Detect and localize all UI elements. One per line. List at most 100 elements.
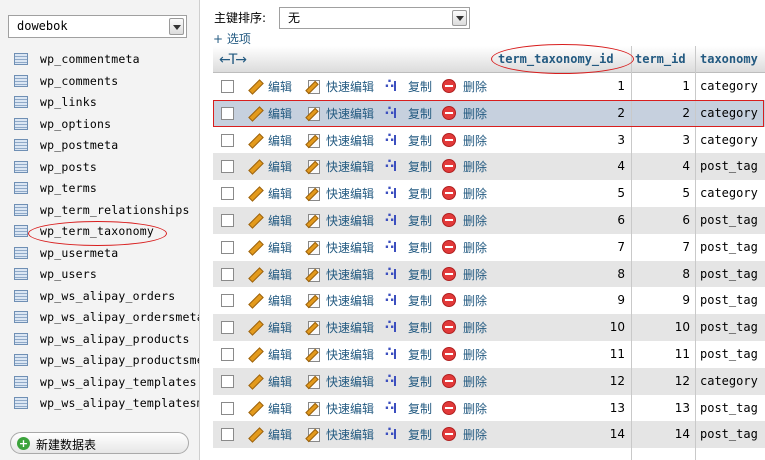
row-checkbox[interactable] (221, 267, 234, 281)
delete-link[interactable]: 删除 (442, 426, 487, 443)
delete-link[interactable]: 删除 (442, 132, 487, 149)
row-checkbox[interactable] (221, 80, 234, 93)
table-row[interactable]: 编辑 快速编辑 复制 删除 10 10 post_tag (213, 314, 765, 342)
sidebar-table-item[interactable]: wp_comments (14, 72, 199, 92)
inline-edit-link[interactable]: 快速编辑 (303, 185, 374, 202)
sidebar-table-item[interactable]: wp_ws_alipay_templatesmeta (14, 394, 199, 414)
table-row[interactable]: 编辑 快速编辑 复制 删除 14 14 post_tag (213, 421, 765, 449)
sidebar-table-item[interactable]: wp_ws_alipay_productsmeta (14, 351, 199, 371)
copy-link[interactable]: 复制 (385, 131, 432, 149)
edit-link[interactable]: 编辑 (245, 426, 292, 443)
copy-link[interactable]: 复制 (385, 157, 432, 175)
inline-edit-link[interactable]: 快速编辑 (303, 132, 374, 149)
inline-edit-link[interactable]: 快速编辑 (303, 158, 374, 175)
edit-link[interactable]: 编辑 (245, 132, 292, 149)
copy-link[interactable]: 复制 (385, 238, 432, 256)
table-row[interactable]: 编辑 快速编辑 复制 删除 6 6 post_tag (213, 207, 765, 234)
sidebar-table-item[interactable]: wp_users (14, 265, 199, 285)
edit-link[interactable]: 编辑 (245, 346, 292, 363)
row-checkbox[interactable] (221, 187, 234, 201)
row-checkbox[interactable] (221, 133, 234, 147)
edit-link[interactable]: 编辑 (245, 319, 292, 336)
delete-link[interactable]: 删除 (442, 346, 487, 363)
table-row[interactable]: 编辑 快速编辑 复制 删除 3 3 category (213, 126, 765, 154)
inline-edit-link[interactable]: 快速编辑 (303, 346, 374, 363)
delete-link[interactable]: 删除 (442, 212, 487, 229)
table-row[interactable]: 编辑 快速编辑 复制 删除 9 9 post_tag (213, 287, 765, 315)
edit-link[interactable]: 编辑 (245, 373, 292, 390)
copy-link[interactable]: 复制 (385, 372, 432, 390)
inline-edit-link[interactable]: 快速编辑 (303, 78, 374, 95)
inline-edit-link[interactable]: 快速编辑 (303, 292, 374, 309)
edit-link[interactable]: 编辑 (245, 266, 292, 283)
sidebar-table-item[interactable]: wp_commentmeta (14, 50, 199, 70)
sidebar-table-item[interactable]: wp_ws_alipay_templates (14, 373, 199, 393)
row-checkbox[interactable] (221, 428, 234, 442)
delete-link[interactable]: 删除 (442, 292, 487, 309)
delete-link[interactable]: 删除 (442, 158, 487, 175)
delete-link[interactable]: 删除 (442, 78, 487, 95)
inline-edit-link[interactable]: 快速编辑 (303, 373, 374, 390)
edit-link[interactable]: 编辑 (245, 292, 292, 309)
row-checkbox[interactable] (221, 401, 234, 415)
column-resize-icon[interactable]: ←T→ (219, 52, 247, 68)
edit-link[interactable]: 编辑 (245, 185, 292, 202)
table-row[interactable]: 编辑 快速编辑 复制 删除 12 12 category (213, 367, 765, 395)
delete-link[interactable]: 删除 (442, 266, 487, 283)
inline-edit-link[interactable]: 快速编辑 (303, 319, 374, 336)
row-checkbox[interactable] (221, 240, 234, 254)
copy-link[interactable]: 复制 (385, 291, 432, 309)
sidebar-table-item[interactable]: wp_links (14, 93, 199, 113)
edit-link[interactable]: 编辑 (245, 158, 292, 175)
options-link[interactable]: + 选项 (213, 30, 251, 47)
table-row[interactable]: 编辑 快速编辑 复制 删除 13 13 post_tag (213, 394, 765, 422)
edit-link[interactable]: 编辑 (245, 212, 292, 229)
copy-link[interactable]: 复制 (385, 345, 432, 363)
inline-edit-link[interactable]: 快速编辑 (303, 266, 374, 283)
column-header-term-id[interactable]: term_id (635, 52, 686, 66)
sidebar-table-item[interactable]: wp_term_relationships (14, 201, 199, 221)
inline-edit-link[interactable]: 快速编辑 (303, 426, 374, 443)
sidebar-table-item[interactable]: wp_options (14, 115, 199, 135)
sidebar-table-item[interactable]: wp_ws_alipay_products (14, 330, 199, 350)
delete-link[interactable]: 删除 (442, 185, 487, 202)
sort-select[interactable]: 无 (279, 7, 470, 29)
table-row[interactable]: 编辑 快速编辑 复制 删除 7 7 post_tag (213, 233, 765, 261)
sidebar-table-item[interactable]: wp_usermeta (14, 244, 199, 264)
delete-link[interactable]: 删除 (442, 319, 487, 336)
table-row[interactable]: 编辑 快速编辑 复制 删除 5 5 category (213, 180, 765, 208)
row-checkbox[interactable] (221, 374, 234, 388)
copy-link[interactable]: 复制 (385, 318, 432, 336)
edit-link[interactable]: 编辑 (245, 239, 292, 256)
chevron-down-icon[interactable] (169, 18, 184, 35)
chevron-down-icon[interactable] (452, 10, 467, 26)
sidebar-table-item[interactable]: wp_postmeta (14, 136, 199, 156)
edit-link[interactable]: 编辑 (245, 400, 292, 417)
row-checkbox[interactable] (221, 294, 234, 308)
copy-link[interactable]: 复制 (385, 265, 432, 283)
inline-edit-link[interactable]: 快速编辑 (303, 239, 374, 256)
row-checkbox[interactable] (221, 214, 234, 227)
sidebar-table-item[interactable]: wp_ws_alipay_orders (14, 287, 199, 307)
table-row[interactable]: 编辑 快速编辑 复制 删除 4 4 post_tag (213, 153, 765, 181)
copy-link[interactable]: 复制 (385, 399, 432, 417)
copy-link[interactable]: 复制 (385, 77, 432, 95)
copy-link[interactable]: 复制 (385, 184, 432, 202)
copy-link[interactable]: 复制 (385, 425, 432, 443)
row-checkbox[interactable] (221, 160, 234, 174)
column-header-taxonomy[interactable]: taxonomy (700, 52, 758, 66)
row-checkbox[interactable] (221, 321, 234, 335)
edit-link[interactable]: 编辑 (245, 78, 292, 95)
inline-edit-link[interactable]: 快速编辑 (303, 400, 374, 417)
table-row[interactable]: 编辑 快速编辑 复制 删除 1 1 category (213, 73, 765, 100)
inline-edit-link[interactable]: 快速编辑 (303, 212, 374, 229)
sidebar-table-item[interactable]: wp_ws_alipay_ordersmeta (14, 308, 199, 328)
copy-link[interactable]: 复制 (385, 211, 432, 229)
sidebar-table-item[interactable]: wp_posts (14, 158, 199, 178)
sidebar-table-item[interactable]: wp_terms (14, 179, 199, 199)
table-row[interactable]: 编辑 快速编辑 复制 删除 8 8 post_tag (213, 260, 765, 288)
delete-link[interactable]: 删除 (442, 400, 487, 417)
delete-link[interactable]: 删除 (442, 239, 487, 256)
database-select[interactable]: dowebok (8, 15, 187, 38)
row-checkbox[interactable] (221, 348, 234, 361)
